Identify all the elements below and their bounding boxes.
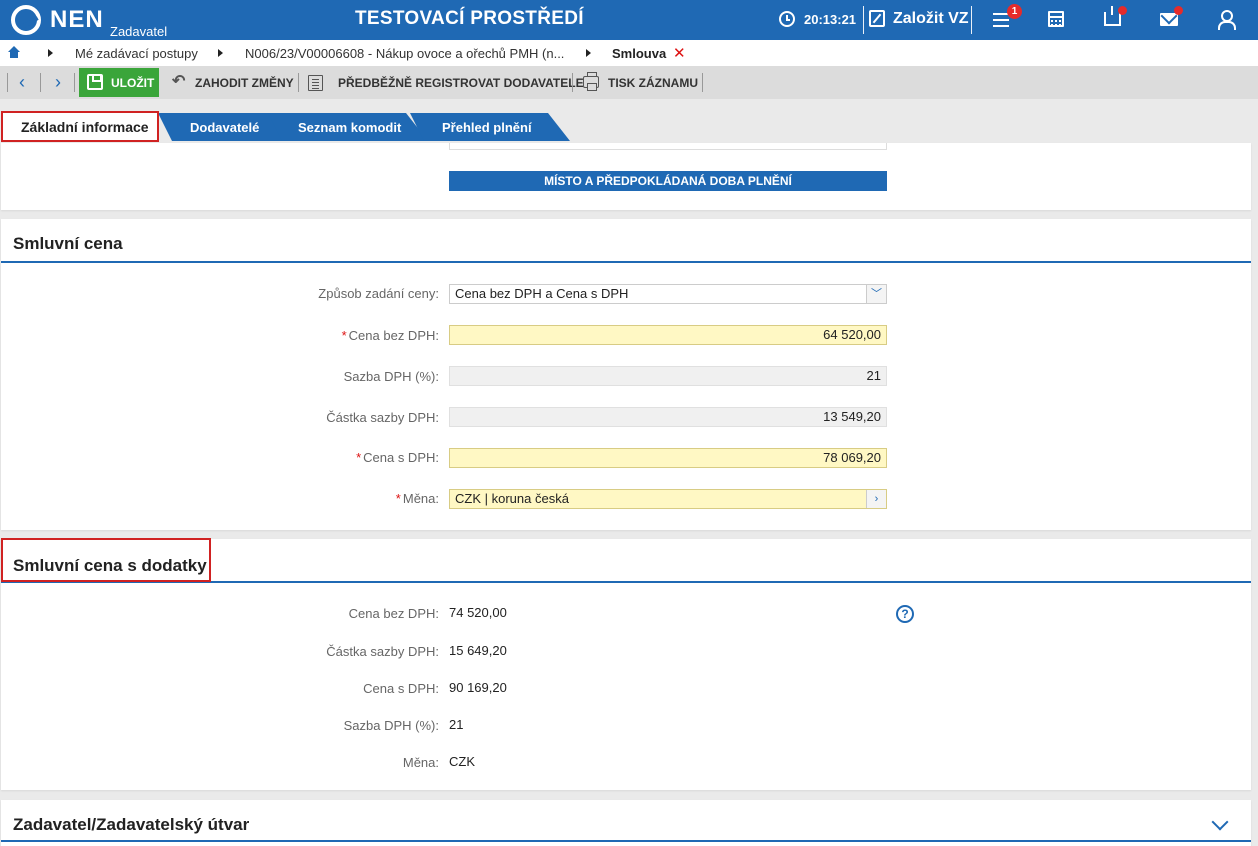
section-title: Smluvní cena (13, 234, 123, 253)
chevron-right-icon[interactable]: › (866, 490, 886, 508)
print-label: TISK ZÁZNAMU (608, 76, 698, 90)
action-toolbar: ‹ › ULOŽIT ↶ ZAHODIT ZMĚNY PŘEDBĚŽNĚ REG… (0, 66, 1258, 99)
amended-vat-rate-label: Sazba DPH (%): (343, 718, 439, 733)
tab-commodities[interactable]: Seznam komodit (268, 113, 428, 141)
amended-price-value: 74 520,00 (449, 605, 507, 620)
amended-price-label: Cena bez DPH: (348, 606, 439, 621)
help-icon[interactable]: ? (896, 605, 914, 623)
discard-label: ZAHODIT ZMĚNY (195, 76, 294, 90)
amended-currency-label: Měna: (402, 755, 439, 770)
top-header: NEN Zadavatel TESTOVACÍ PROSTŘEDÍ 20:13:… (0, 0, 1258, 40)
close-tab-icon[interactable]: ✕ (673, 44, 686, 62)
mail-icon[interactable] (1160, 13, 1178, 26)
chevron-down-icon[interactable]: ﹀ (866, 285, 886, 303)
amended-currency-value: CZK (449, 754, 475, 769)
breadcrumb-arrow-icon (586, 49, 591, 57)
toolbar-divider (7, 73, 8, 92)
calculator-icon[interactable] (1048, 11, 1064, 27)
create-contract-button[interactable]: Založit VZ (893, 10, 969, 28)
toolbar-divider (74, 73, 75, 92)
save-label: ULOŽIT (111, 76, 155, 90)
register-label: PŘEDBĚŽNĚ REGISTROVAT DODAVATELE (338, 76, 584, 90)
currency-value: CZK | koruna česká (455, 491, 569, 506)
hamburger-menu-icon[interactable] (993, 13, 1009, 27)
price-mode-select[interactable]: Cena bez DPH a Cena s DPH ﹀ (449, 284, 887, 304)
breadcrumb-item[interactable]: N006/23/V00006608 - Nákup ovoce a ořechů… (245, 46, 564, 61)
header-divider (971, 6, 972, 34)
price-with-vat-label: * Cena s DPH: (356, 450, 439, 465)
contract-price-card: Smluvní cena Způsob zadání ceny: Cena be… (1, 219, 1251, 530)
price-without-vat-input[interactable]: 64 520,00 (449, 325, 887, 345)
clock-icon (779, 11, 795, 27)
tab-label: Dodavatelé (190, 120, 260, 135)
section-title: Zadavatel/Zadavatelský útvar (13, 815, 250, 834)
price-mode-value: Cena bez DPH a Cena s DPH (455, 286, 629, 301)
currency-picker[interactable]: CZK | koruna česká › (449, 489, 887, 509)
notification-badge: 1 (1007, 4, 1022, 19)
floppy-disk-icon (87, 74, 103, 90)
user-icon[interactable] (1217, 10, 1236, 30)
header-divider (863, 6, 864, 34)
breadcrumb-arrow-icon (48, 49, 53, 57)
amended-vat-amount-label: Částka sazby DPH: (326, 644, 439, 659)
place-and-time-header[interactable]: MÍSTO A PŘEDPOKLÁDANÁ DOBA PLNĚNÍ (449, 171, 887, 191)
discard-changes-button[interactable]: ↶ ZAHODIT ZMĚNY (170, 68, 295, 97)
toolbar-divider (40, 73, 41, 92)
vat-amount-field: 13 549,20 (449, 407, 887, 427)
place-section-card: MÍSTO A PŘEDPOKLÁDANÁ DOBA PLNĚNÍ (1, 143, 1251, 210)
tab-fulfillment-overview[interactable]: Přehled plnění (410, 113, 570, 141)
contracting-authority-card: Zadavatel/Zadavatelský útvar (1, 800, 1251, 846)
section-underline (1, 261, 1251, 263)
label-text: Cena s DPH: (363, 450, 439, 465)
nen-logo[interactable]: NEN Zadavatel (8, 3, 168, 39)
price-without-vat-label: * Cena bez DPH: (341, 328, 439, 343)
toolbar-divider (298, 73, 299, 92)
undo-icon: ↶ (172, 73, 186, 90)
home-icon[interactable] (8, 46, 20, 58)
edit-icon (869, 10, 885, 27)
highlight-box (1, 538, 211, 582)
vat-rate-label: Sazba DPH (%): (343, 369, 439, 384)
toolbar-divider (572, 73, 573, 92)
currency-label: * Měna: (395, 491, 439, 506)
amended-vat-rate-value: 21 (449, 717, 464, 732)
vat-rate-field: 21 (449, 366, 887, 386)
tab-label: Seznam komodit (298, 120, 402, 135)
input-field-edge[interactable] (449, 143, 887, 150)
print-record-button[interactable]: TISK ZÁZNAMU (583, 68, 699, 97)
list-document-icon (308, 75, 323, 91)
amended-vat-amount-value: 15 649,20 (449, 643, 507, 658)
breadcrumb-item[interactable]: Mé zadávací postupy (75, 46, 198, 61)
inbox-download-icon[interactable] (1104, 6, 1121, 26)
vat-amount-label: Částka sazby DPH: (326, 410, 439, 425)
label-text: Měna: (402, 491, 439, 506)
amended-price-vat-value: 90 169,20 (449, 680, 507, 695)
tab-label: Přehled plnění (442, 120, 532, 135)
printer-icon (583, 72, 599, 91)
breadcrumb-arrow-icon (218, 49, 223, 57)
label-text: Cena bez DPH: (348, 328, 439, 343)
amended-price-vat-label: Cena s DPH: (363, 681, 439, 696)
pre-register-supplier-button[interactable]: PŘEDBĚŽNĚ REGISTROVAT DODAVATELE (308, 68, 584, 97)
tab-bar: Dodavatelé Seznam komodit Přehled plnění… (0, 99, 1258, 143)
save-button[interactable]: ULOŽIT (79, 68, 159, 97)
breadcrumb: Mé zadávací postupy N006/23/V00006608 - … (0, 40, 1258, 66)
breadcrumb-current: Smlouva (612, 46, 667, 61)
section-underline (1, 840, 1251, 842)
logo-subtitle: Zadavatel (110, 24, 168, 39)
tab-label: Základní informace (21, 119, 149, 135)
session-timer: 20:13:21 (804, 12, 857, 27)
logo-text: NEN (50, 6, 104, 33)
price-mode-label: Způsob zadání ceny: (318, 286, 439, 301)
forward-arrow-icon[interactable]: › (49, 73, 67, 92)
tab-basic-info[interactable]: Základní informace (1, 111, 159, 142)
inbox-alert-dot (1118, 6, 1127, 15)
toolbar-divider (702, 73, 703, 92)
price-with-vat-input[interactable]: 78 069,20 (449, 448, 887, 468)
mail-alert-dot (1174, 6, 1183, 15)
environment-title: TESTOVACÍ PROSTŘEDÍ (355, 8, 584, 29)
back-arrow-icon[interactable]: ‹ (13, 73, 31, 92)
nen-logo-icon (11, 5, 41, 35)
